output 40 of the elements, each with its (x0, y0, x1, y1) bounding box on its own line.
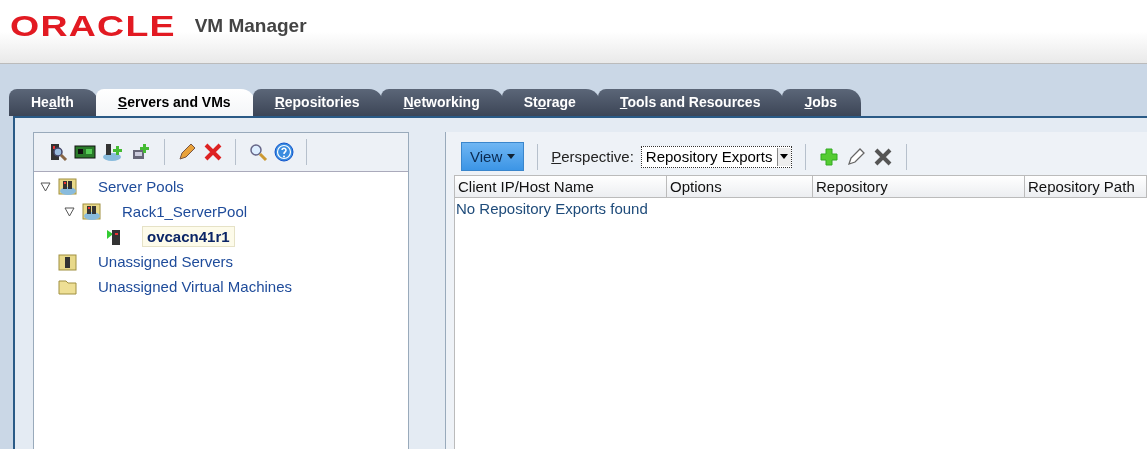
tab[interactable]: Jobs (782, 89, 862, 116)
expand-triangle-icon[interactable] (40, 181, 52, 192)
tab[interactable]: Tools and Resources (597, 89, 785, 116)
server-folder-icon (58, 252, 78, 271)
pencil-icon[interactable] (177, 142, 197, 162)
add-server-icon[interactable] (130, 142, 152, 162)
tab[interactable]: Servers and VMs (95, 89, 255, 116)
server-search-icon[interactable] (48, 142, 68, 162)
perspective-label: Perspective: (551, 148, 634, 165)
delete-icon[interactable] (872, 146, 893, 167)
tree-item[interactable]: Server Pools (94, 177, 188, 196)
caret-icon (780, 154, 789, 159)
column-header[interactable]: Repository Path (1025, 176, 1147, 197)
tree-item[interactable]: ovcacn41r1 (142, 226, 235, 247)
app-title: VM Manager (194, 14, 307, 38)
tab[interactable]: Repositories (252, 89, 384, 116)
logo: ORACLE (10, 10, 176, 42)
tab[interactable]: Storage (501, 89, 600, 116)
tab[interactable]: Networking (381, 89, 504, 116)
pencil-icon[interactable] (845, 146, 866, 167)
folder-icon (58, 277, 78, 296)
expand-triangle-icon[interactable] (64, 206, 76, 217)
view-button[interactable]: View (461, 142, 525, 171)
delete-icon[interactable] (203, 142, 223, 162)
caret-icon (507, 154, 516, 159)
network-card-icon[interactable] (74, 142, 96, 162)
tab[interactable]: Health (9, 89, 98, 116)
help-icon[interactable] (274, 142, 294, 162)
empty-message: No Repository Exports found (455, 199, 649, 219)
tree-item[interactable]: Unassigned Virtual Machines (94, 277, 296, 296)
perspective-dropdown[interactable]: Repository Exports (640, 145, 792, 168)
server-pool-icon (82, 202, 102, 221)
tree-item[interactable]: Rack1_ServerPool (118, 202, 252, 221)
column-header[interactable]: Options (667, 176, 813, 197)
tree-item[interactable]: Unassigned Servers (94, 252, 238, 271)
column-header[interactable]: Repository (813, 176, 1025, 197)
column-header[interactable]: Client IP/Host Name (455, 176, 667, 197)
add-pool-icon[interactable] (102, 142, 124, 162)
search-icon[interactable] (248, 142, 268, 162)
server-pool-icon (58, 177, 78, 196)
